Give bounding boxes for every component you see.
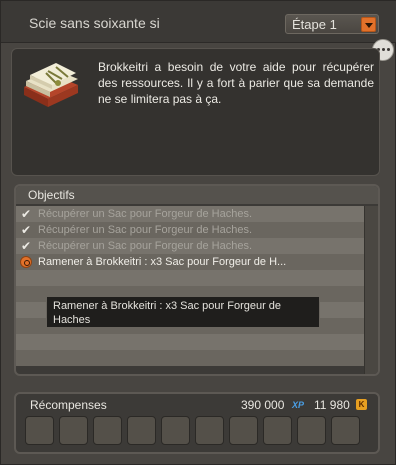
checkmark-icon: ✔ [21, 239, 32, 253]
reward-slot[interactable] [297, 416, 326, 445]
xp-icon: XP [292, 400, 305, 410]
reward-slot[interactable] [331, 416, 360, 445]
title-bar: Scie sans soixante si Étape 1 [1, 1, 396, 43]
kamas-value: 11 980 [314, 398, 350, 412]
quest-description-text: Brokkeitri a besoin de votre aide pour r… [98, 60, 374, 106]
objectives-scrollbar[interactable] [364, 206, 378, 374]
reward-slot[interactable] [229, 416, 258, 445]
rewards-title: Récompenses [30, 398, 107, 412]
objective-tooltip: Ramener à Brokkeitri : x3 Sac pour Forge… [46, 296, 320, 328]
objectives-panel: Objectifs ✔ Récupérer un Sac pour Forgeu… [14, 184, 380, 376]
objective-text: Récupérer un Sac pour Forgeur de Haches. [38, 208, 253, 220]
xp-value: 390 000 [241, 398, 285, 412]
empty-row [16, 350, 364, 366]
reward-slot[interactable] [195, 416, 224, 445]
objective-item[interactable]: ✔ Récupérer un Sac pour Forgeur de Hache… [16, 222, 364, 238]
objective-text: Récupérer un Sac pour Forgeur de Haches. [38, 224, 253, 236]
reward-slot[interactable] [93, 416, 122, 445]
objectives-list: ✔ Récupérer un Sac pour Forgeur de Hache… [16, 206, 364, 366]
checkmark-icon: ✔ [21, 207, 32, 221]
objective-text: Ramener à Brokkeitri : x3 Sac pour Forge… [38, 256, 287, 268]
dot-icon [382, 48, 385, 51]
reward-slot[interactable] [161, 416, 190, 445]
stage-dropdown[interactable]: Étape 1 [285, 14, 379, 34]
objective-text: Récupérer un Sac pour Forgeur de Haches. [38, 240, 253, 252]
quest-window: Scie sans soixante si Étape 1 Brokkeitri… [0, 0, 396, 465]
objectives-header: Objectifs [16, 186, 378, 204]
stage-dropdown-value: Étape 1 [292, 17, 337, 32]
reward-slot[interactable] [59, 416, 88, 445]
dot-icon [387, 48, 390, 51]
rewards-panel: Récompenses 390 000 XP 11 980 K [14, 392, 380, 454]
quest-description-panel: Brokkeitri a besoin de votre aide pour r… [11, 48, 380, 176]
chevron-down-icon [361, 17, 376, 32]
quest-title: Scie sans soixante si [29, 15, 160, 31]
quest-book-icon [24, 63, 78, 107]
reward-slot[interactable] [263, 416, 292, 445]
checkmark-icon: ✔ [21, 223, 32, 237]
reward-slot[interactable] [25, 416, 54, 445]
active-objective-icon [20, 256, 32, 268]
objective-item[interactable]: ✔ Récupérer un Sac pour Forgeur de Hache… [16, 238, 364, 254]
empty-row [16, 270, 364, 286]
objective-item-active[interactable]: Ramener à Brokkeitri : x3 Sac pour Forge… [16, 254, 364, 270]
empty-row [16, 334, 364, 350]
kamas-icon: K [356, 399, 367, 410]
reward-slot[interactable] [127, 416, 156, 445]
objective-item[interactable]: ✔ Récupérer un Sac pour Forgeur de Hache… [16, 206, 364, 222]
